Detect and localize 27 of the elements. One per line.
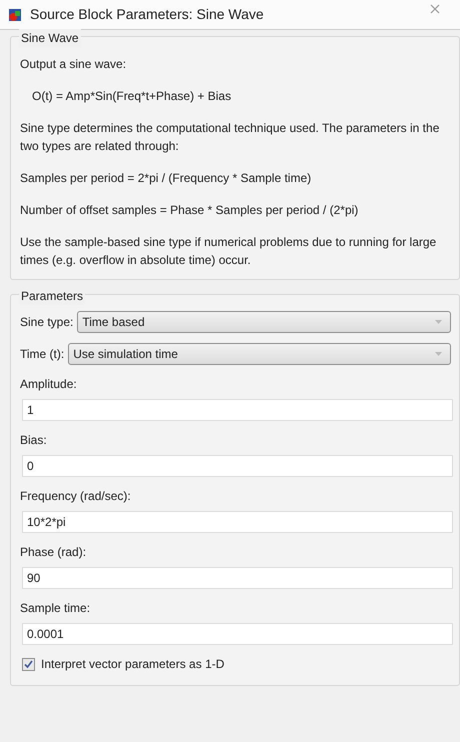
input-field[interactable]: 10*2*pi: [22, 511, 453, 533]
description-text: Number of offset samples = Phase * Samples per period / (2*pi): [20, 202, 360, 219]
formula-text: O(t) = Amp*Sin(Freq*t+Phase) + Bias: [31, 88, 232, 105]
field-label: Sample time:: [20, 600, 92, 617]
close-icon[interactable]: [430, 4, 440, 14]
field-label: Amplitude:: [20, 376, 78, 393]
input-field[interactable]: 0.0001: [22, 623, 453, 645]
field-label: Time (t):: [20, 346, 64, 363]
dropdown-arrow-icon: [435, 320, 442, 324]
window-title: Source Block Parameters: Sine Wave: [30, 5, 264, 24]
input-field[interactable]: 90: [22, 567, 453, 589]
input-field[interactable]: 1: [22, 399, 453, 421]
description-text: Samples per period = 2*pi / (Frequency * Sample time): [20, 170, 312, 187]
description-text: Use the sample-based sine type if numerical problems due to running for large times (e.g. overflow in absolute time) occur.: [20, 234, 438, 269]
field-label: Frequency (rad/sec):: [20, 488, 132, 505]
input-field[interactable]: 0: [22, 455, 453, 477]
checkbox-label: Interpret vector parameters as 1-D: [41, 656, 224, 673]
dropdown-arrow-icon: [435, 352, 442, 356]
description-text: Output a sine wave:: [20, 56, 128, 73]
checkbox[interactable]: [22, 658, 35, 670]
dropdown[interactable]: Time based: [77, 311, 451, 333]
dropdown[interactable]: Use simulation time: [68, 343, 451, 365]
app-icon: [8, 8, 22, 22]
field-label: Phase (rad):: [20, 544, 88, 561]
field-label: Bias:: [20, 432, 48, 449]
field-label: Sine type:: [20, 314, 74, 331]
description-text: Sine type determines the computational technique used. The parameters in the two types are related through:: [20, 120, 440, 155]
